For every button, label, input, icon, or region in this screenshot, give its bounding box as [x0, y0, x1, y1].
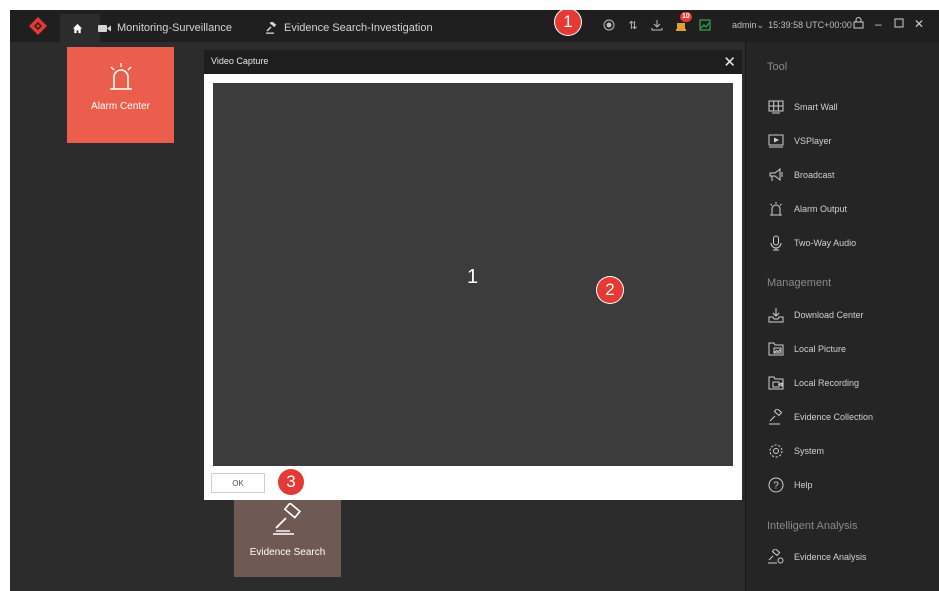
sidebar-item-broadcast[interactable]: Broadcast — [767, 166, 835, 184]
picture-folder-icon — [767, 340, 785, 358]
user-area: admin⌄ 15:39:58 UTC+00:00 — [732, 20, 852, 31]
sidebar-item-label: Local Recording — [794, 378, 860, 388]
sidebar-item-label: Local Picture — [794, 344, 847, 354]
download-icon[interactable] — [650, 18, 664, 32]
sidebar-item-vsplayer[interactable]: VSPlayer — [767, 132, 832, 150]
callout-marker-1: 1 — [555, 10, 581, 35]
alarm-light-icon — [109, 63, 132, 90]
sidebar-item-label: Evidence Analysis — [794, 552, 867, 562]
top-bar: Monitoring-Surveillance Evidence Search-… — [10, 10, 939, 42]
broadcast-icon — [767, 166, 785, 184]
gavel-icon — [767, 408, 785, 426]
right-sidebar: Tool Smart Wall VSPlayer Broadcast Alarm… — [745, 42, 939, 591]
close-icon[interactable]: ✕ — [914, 17, 924, 31]
sidebar-item-label: VSPlayer — [794, 136, 832, 146]
sidebar-item-label: Smart Wall — [794, 102, 838, 112]
player-icon — [767, 132, 785, 150]
transfer-icon[interactable]: ⇅ — [626, 18, 640, 32]
lock-icon[interactable] — [853, 17, 864, 32]
video-window[interactable]: 1 — [213, 83, 733, 466]
sidebar-item-label: Two-Way Audio — [794, 238, 857, 248]
tab-label: Evidence Search-Investigation — [284, 22, 433, 34]
tile-label: Evidence Search — [249, 547, 326, 558]
record-icon[interactable] — [602, 18, 616, 32]
dialog-title-bar: Video Capture ✕ — [204, 50, 742, 74]
callout-marker-3: 3 — [278, 469, 304, 495]
home-icon — [72, 23, 82, 33]
tab-monitoring-surveillance[interactable]: Monitoring-Surveillance — [98, 14, 232, 42]
sidebar-item-evidence-collection[interactable]: Evidence Collection — [767, 408, 873, 426]
app-logo-icon — [29, 17, 47, 35]
sidebar-item-label: System — [794, 446, 825, 456]
sidebar-item-smart-wall[interactable]: Smart Wall — [767, 98, 838, 116]
dialog-title: Video Capture — [211, 56, 269, 66]
evidence-analysis-icon — [767, 548, 785, 566]
alarm-count-badge: 10 — [680, 12, 692, 22]
clock-text: 15:39:58 UTC+00:00 — [768, 20, 852, 30]
image-icon[interactable] — [698, 18, 712, 32]
maximize-icon[interactable] — [894, 17, 904, 31]
alarm-output-icon — [767, 200, 785, 218]
sidebar-item-local-picture[interactable]: Local Picture — [767, 340, 846, 358]
tab-label: Monitoring-Surveillance — [117, 22, 232, 34]
sidebar-item-label: Broadcast — [794, 170, 835, 180]
sidebar-item-evidence-analysis[interactable]: Evidence Analysis — [767, 548, 867, 566]
download-icon — [767, 306, 785, 324]
status-icons: ⇅ 10 — [602, 12, 712, 32]
sidebar-item-label: Help — [794, 480, 813, 490]
video-capture-dialog: Video Capture ✕ 1 OK — [204, 50, 742, 500]
management-heading: Management — [767, 277, 832, 289]
microphone-icon — [767, 234, 785, 252]
intelligent-analysis-heading: Intelligent Analysis — [767, 520, 858, 532]
sidebar-item-label: Evidence Collection — [794, 412, 874, 422]
minimize-icon[interactable]: – — [875, 17, 882, 31]
svg-text:?: ? — [773, 481, 779, 492]
smart-wall-icon — [767, 98, 785, 116]
sidebar-item-download-center[interactable]: Download Center — [767, 306, 864, 324]
sidebar-item-label: Download Center — [794, 310, 864, 320]
sidebar-item-two-way-audio[interactable]: Two-Way Audio — [767, 234, 856, 252]
recording-folder-icon — [767, 374, 785, 392]
dialog-close-icon[interactable]: ✕ — [723, 53, 736, 71]
alarm-center-tile[interactable]: Alarm Center — [67, 47, 174, 143]
tab-home[interactable] — [60, 14, 100, 42]
sidebar-item-label: Alarm Output — [794, 204, 848, 214]
gavel-icon — [272, 503, 301, 535]
callout-marker-2: 2 — [597, 277, 623, 303]
evidence-search-tile[interactable]: Evidence Search — [234, 499, 341, 577]
alarm-notification-icon[interactable]: 10 — [674, 12, 692, 32]
tool-heading: Tool — [767, 61, 788, 73]
ok-button[interactable]: OK — [211, 473, 265, 493]
video-window-number: 1 — [467, 266, 479, 288]
sidebar-item-help[interactable]: ? Help — [767, 476, 813, 494]
tile-label: Alarm Center — [91, 101, 150, 112]
sidebar-item-local-recording[interactable]: Local Recording — [767, 374, 859, 392]
tab-evidence-search-investigation[interactable]: Evidence Search-Investigation — [266, 14, 433, 42]
gear-icon — [767, 442, 785, 460]
sidebar-item-system[interactable]: System — [767, 442, 824, 460]
user-menu[interactable]: admin⌄ — [732, 20, 764, 31]
camera-icon — [98, 24, 111, 32]
gavel-icon — [266, 22, 277, 34]
help-icon: ? — [767, 476, 785, 494]
app-window: Monitoring-Surveillance Evidence Search-… — [10, 10, 939, 591]
sidebar-item-alarm-output[interactable]: Alarm Output — [767, 200, 847, 218]
